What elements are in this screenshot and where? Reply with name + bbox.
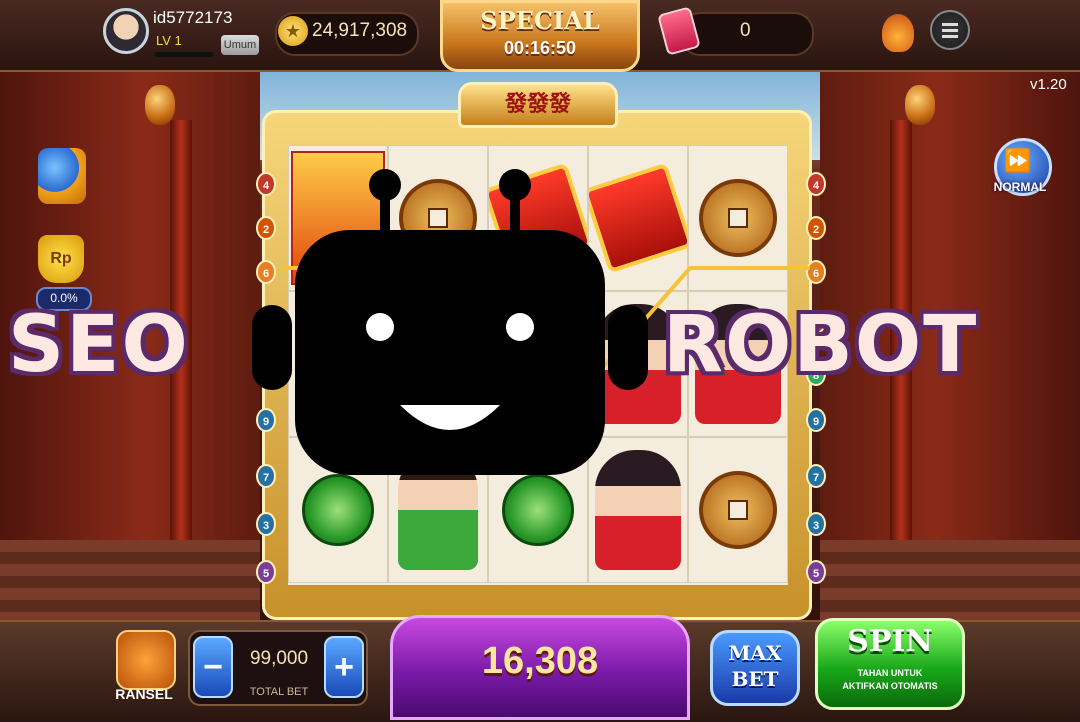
decrease-bet-button[interactable]: − bbox=[193, 636, 233, 698]
increase-bet-button[interactable]: + bbox=[324, 636, 364, 698]
lantern-icon bbox=[905, 85, 935, 125]
spin-label: SPIN bbox=[847, 624, 933, 659]
player-level: LV 1 bbox=[156, 33, 182, 48]
ticket-balance: 0 bbox=[740, 20, 751, 41]
win-amount: 16,308 bbox=[481, 640, 599, 682]
gold-coin-icon: ★ bbox=[278, 16, 308, 46]
max-bet-label-line2: BET bbox=[731, 667, 779, 691]
total-bet-label: TOTAL BET bbox=[249, 686, 309, 698]
version-label: v1.20 bbox=[1030, 76, 1067, 93]
payline-badge-right: 3 bbox=[806, 512, 826, 536]
rp-bonus-icon[interactable]: Rp bbox=[38, 235, 84, 283]
player-avatar[interactable] bbox=[103, 8, 149, 54]
menu-icon-line bbox=[942, 35, 958, 38]
temple-steps-right bbox=[820, 540, 1080, 620]
jade-pendant-symbol bbox=[502, 474, 574, 546]
gold-coin-symbol bbox=[699, 179, 777, 257]
backpack-icon[interactable] bbox=[116, 630, 176, 690]
jade-pendant-symbol bbox=[302, 474, 374, 546]
payline-badge-left: 3 bbox=[256, 512, 276, 536]
payline-badge-right: 2 bbox=[806, 216, 826, 240]
player-group-badge: Umum bbox=[221, 35, 259, 55]
robot-logo-icon bbox=[252, 169, 648, 475]
payline-badge-right: 9 bbox=[806, 408, 826, 432]
coin-balance: 24,917,308 bbox=[312, 20, 408, 41]
total-bet-value: 99,000 bbox=[249, 648, 309, 669]
payline-badge-right: 5 bbox=[806, 560, 826, 584]
speed-label: NORMAL bbox=[993, 180, 1047, 194]
rooster-icon[interactable] bbox=[882, 14, 914, 52]
max-bet-label-line1: MAX bbox=[728, 641, 782, 665]
friends-icon[interactable] bbox=[38, 148, 86, 204]
reel-cell bbox=[688, 145, 788, 291]
overlay-seo-word: SEO bbox=[8, 300, 190, 390]
reel-cell bbox=[688, 437, 788, 583]
level-progress-bar bbox=[154, 52, 214, 57]
lantern-icon bbox=[145, 85, 175, 125]
overlay-robot-word: ROBOT bbox=[663, 300, 979, 390]
fast-forward-icon: ⏩ bbox=[1004, 148, 1032, 173]
payline-badge-right: 7 bbox=[806, 464, 826, 488]
backpack-label: RANSEL bbox=[115, 686, 173, 702]
special-event-timer: 00:16:50 bbox=[503, 38, 577, 58]
special-event-title: SPECIAL bbox=[480, 6, 600, 35]
payline-badge-left: 5 bbox=[256, 560, 276, 584]
spin-hint-line1: TAHAN UNTUK bbox=[857, 668, 923, 678]
player-id: id5772173 bbox=[153, 8, 233, 27]
menu-button[interactable] bbox=[930, 10, 970, 50]
reels-title: 發發發 bbox=[458, 82, 618, 128]
menu-icon-line bbox=[942, 29, 958, 32]
payline-badge-right: 4 bbox=[806, 172, 826, 196]
menu-icon-line bbox=[942, 23, 958, 26]
temple-steps-left bbox=[0, 540, 260, 620]
gold-coin-symbol bbox=[699, 471, 777, 549]
payline-badge-right: 6 bbox=[806, 260, 826, 284]
spin-hint-line2: AKTIFKAN OTOMATIS bbox=[842, 681, 938, 691]
